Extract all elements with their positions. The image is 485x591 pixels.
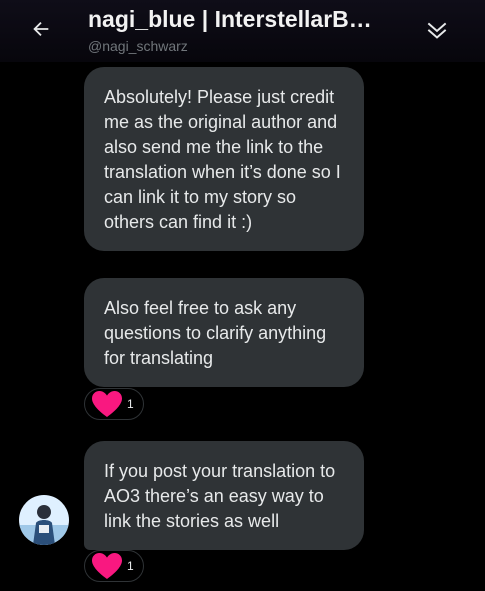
double-chevron-down-icon [427,22,447,39]
avatar-image [19,495,69,545]
message-bubble[interactable]: Also feel free to ask any questions to c… [84,278,364,387]
heart-icon [92,553,122,579]
reaction-count: 1 [127,559,134,573]
conversation-title[interactable]: nagi_blue | InterstellarB… [88,6,408,33]
back-arrow-icon [33,21,49,37]
reaction-badge[interactable]: 1 [84,550,144,582]
reaction-count: 1 [127,397,134,411]
back-button[interactable] [24,12,58,46]
message-bubble[interactable]: If you post your translation to AO3 ther… [84,441,364,550]
reaction-badge[interactable]: 1 [84,388,144,420]
conversation-header: nagi_blue | InterstellarB… @nagi_schwarz [0,0,485,62]
heart-icon [92,391,122,417]
user-handle: @nagi_schwarz [88,38,188,54]
message-bubble[interactable]: Absolutely! Please just credit me as the… [84,67,364,251]
collapse-button[interactable] [420,14,454,48]
avatar[interactable] [19,495,69,545]
